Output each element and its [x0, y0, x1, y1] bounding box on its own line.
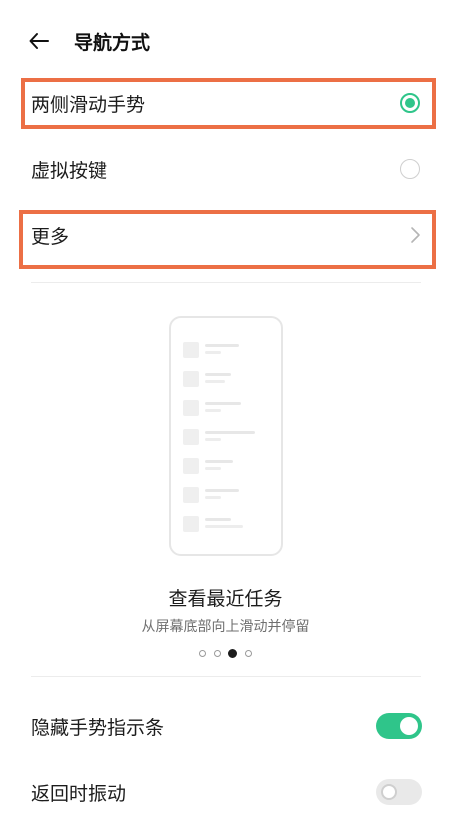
- page-dot[interactable]: [199, 650, 206, 657]
- phone-list-item: [183, 342, 273, 358]
- option-label: 虚拟按键: [31, 160, 108, 182]
- option-virtual-keys-row[interactable]: 虚拟按键: [0, 142, 451, 196]
- vibrate-on-back-row: 返回时振动: [0, 765, 451, 819]
- phone-list-item: [183, 516, 273, 532]
- highlight-box: [19, 210, 436, 269]
- hide-gesture-bar-row: 隐藏手势指示条: [0, 699, 451, 753]
- preview-title: 查看最近任务: [168, 588, 283, 610]
- toggle-switch[interactable]: [376, 713, 422, 739]
- divider: [31, 282, 421, 283]
- phone-list-item: [183, 371, 273, 387]
- phone-list-item: [183, 429, 273, 445]
- page-dot[interactable]: [214, 650, 221, 657]
- phone-illustration: [169, 316, 283, 556]
- toggle-label: 隐藏手势指示条: [31, 717, 165, 739]
- highlight-box: [21, 78, 436, 129]
- toggle-switch[interactable]: [376, 779, 422, 805]
- radio-unselected-icon[interactable]: [400, 159, 420, 179]
- phone-list-item: [183, 458, 273, 474]
- page-dot-active[interactable]: [228, 649, 237, 658]
- page-indicator: [199, 649, 259, 660]
- divider: [31, 676, 421, 677]
- page-dot[interactable]: [245, 650, 252, 657]
- preview-subtitle: 从屏幕底部向上滑动并停留: [141, 619, 310, 635]
- phone-list-item: [183, 487, 273, 503]
- phone-list-item: [183, 400, 273, 416]
- header: 导航方式: [0, 22, 451, 62]
- arrow-left-icon[interactable]: [28, 30, 50, 52]
- toggle-label: 返回时振动: [31, 783, 127, 805]
- page-title: 导航方式: [74, 32, 151, 54]
